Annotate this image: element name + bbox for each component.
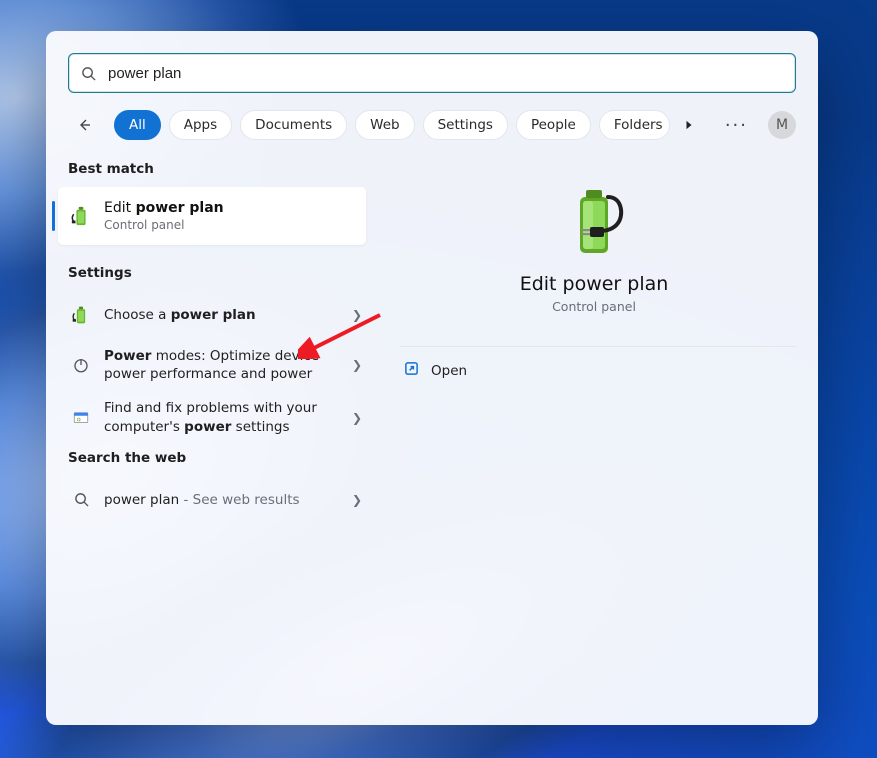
search-panel: All Apps Documents Web Settings People F…	[46, 31, 818, 725]
filter-web[interactable]: Web	[355, 110, 414, 140]
filter-folders[interactable]: Folders	[599, 110, 670, 140]
chevron-right-icon: ❯	[352, 411, 362, 425]
search-bar[interactable]	[68, 53, 796, 93]
filter-all[interactable]: All	[114, 110, 161, 140]
filter-documents[interactable]: Documents	[240, 110, 347, 140]
troubleshoot-icon	[70, 407, 92, 429]
battery-icon	[70, 205, 92, 227]
open-label: Open	[431, 363, 467, 379]
preview-pane: Edit power plan Control panel Open	[378, 149, 818, 725]
best-match-heading: Best match	[46, 155, 378, 187]
chevron-right-icon: ❯	[352, 358, 362, 372]
web-result[interactable]: power plan - See web results ❯	[46, 476, 378, 524]
chevron-right-icon: ❯	[352, 308, 362, 322]
settings-result-troubleshoot-power[interactable]: Find and fix problems with your computer…	[46, 391, 378, 443]
chevron-right-icon: ❯	[352, 493, 362, 507]
filter-settings[interactable]: Settings	[423, 110, 508, 140]
search-web-heading: Search the web	[46, 444, 378, 476]
battery-icon	[70, 304, 92, 326]
preview-title: Edit power plan	[520, 273, 669, 295]
best-match-subtitle: Control panel	[104, 218, 224, 232]
results-column: Best match Edit power plan Control	[46, 149, 378, 725]
filter-people[interactable]: People	[516, 110, 591, 140]
search-icon	[70, 489, 92, 511]
filter-more-caret[interactable]	[678, 110, 700, 140]
best-match-result[interactable]: Edit power plan Control panel	[58, 187, 366, 245]
settings-heading: Settings	[46, 259, 378, 291]
filter-apps[interactable]: Apps	[169, 110, 232, 140]
preview-subtitle: Control panel	[552, 299, 636, 314]
search-icon	[81, 66, 96, 81]
user-avatar[interactable]: M	[768, 111, 796, 139]
best-match-title: Edit power plan	[104, 200, 224, 218]
settings-result-power-modes[interactable]: Power modes: Optimize device power perfo…	[46, 339, 378, 391]
battery-large-icon	[564, 187, 624, 261]
back-button[interactable]	[68, 109, 100, 141]
settings-result-choose-power-plan[interactable]: Choose a power plan ❯	[46, 291, 378, 339]
power-icon	[70, 354, 92, 376]
open-icon	[404, 361, 419, 380]
open-action[interactable]: Open	[378, 347, 810, 394]
more-options-button[interactable]: ···	[717, 115, 756, 136]
search-input[interactable]	[106, 64, 783, 83]
filter-row: All Apps Documents Web Settings People F…	[46, 105, 818, 149]
